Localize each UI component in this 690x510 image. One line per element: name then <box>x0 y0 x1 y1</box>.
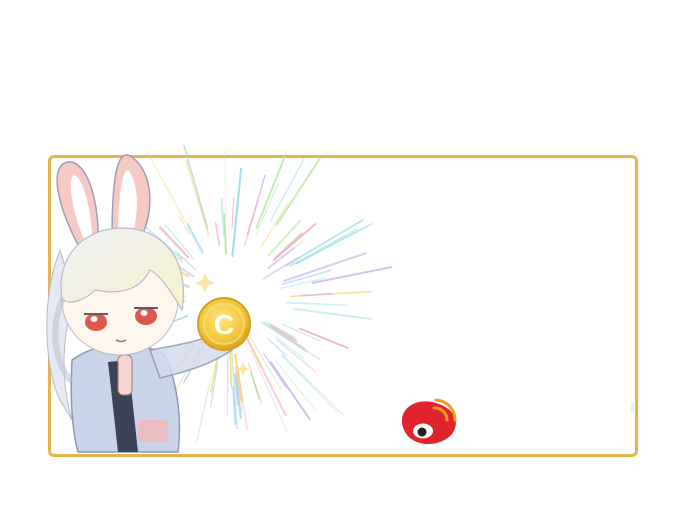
sparkle-ray <box>185 160 210 236</box>
edge-marker <box>631 402 634 412</box>
sparkle-ray <box>231 197 235 229</box>
sparkle-ray <box>299 292 333 297</box>
sparkle-ray <box>220 198 226 238</box>
sparkle-ray <box>262 352 288 389</box>
sparkle-ray <box>285 301 348 306</box>
sparkle-ray <box>267 338 287 357</box>
sparkle-ray <box>304 249 324 260</box>
sparkle-ray <box>311 266 393 284</box>
sparkle-ray <box>244 199 259 246</box>
sparkle-ray <box>214 222 220 246</box>
sparkle-ray <box>196 376 212 443</box>
sparkle-ray <box>283 355 344 416</box>
coin-icon: C <box>197 297 251 351</box>
sparkle-ray <box>146 150 187 224</box>
sparkle-ray <box>186 222 204 254</box>
sparkle-ray <box>250 372 260 400</box>
sparkle-ray <box>270 325 298 343</box>
sparkle-icon <box>195 273 215 293</box>
sparkle-ray <box>255 181 280 236</box>
sparkle-ray <box>269 361 311 420</box>
sparkle-ray <box>280 354 338 413</box>
sparkle-ray <box>231 167 243 258</box>
coin-letter: C <box>214 309 234 340</box>
sparkle-ray <box>282 252 367 283</box>
sparkle-ray <box>183 144 209 229</box>
sparkle-ray <box>260 203 289 248</box>
weibo-icon[interactable] <box>401 398 457 445</box>
sparkle-ray <box>224 150 227 218</box>
sparkle-ray <box>293 307 373 321</box>
sparkle-ray <box>298 327 349 349</box>
sparkle-ray <box>262 321 306 350</box>
sparkle-ray <box>275 157 322 226</box>
sparkle-ray <box>260 321 308 353</box>
banner-illustration: C <box>46 144 457 453</box>
